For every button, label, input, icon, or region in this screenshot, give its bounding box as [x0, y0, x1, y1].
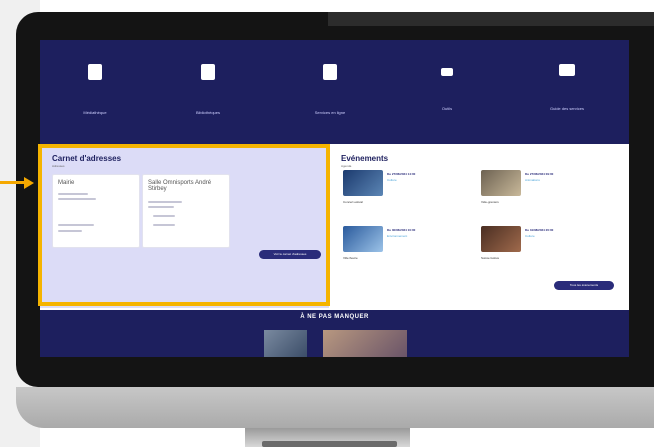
- event-image: [343, 226, 383, 252]
- nav-item-outils[interactable]: Outils: [397, 64, 497, 111]
- tools-icon: [441, 68, 453, 76]
- nav-label: Outils: [441, 106, 453, 111]
- event-date: Du 30/06/2024 10:00: [387, 228, 416, 232]
- nav-item-services-en-ligne[interactable]: Services en ligne: [280, 64, 380, 115]
- arrow-line: [0, 181, 25, 184]
- events-title: Evénements: [341, 154, 389, 163]
- open-book-icon: [559, 64, 575, 76]
- dont-miss-title: À NE PAS MANQUER: [300, 314, 369, 320]
- event-title: Concert estival: [343, 200, 363, 204]
- bag-icon: [323, 64, 337, 80]
- book-icon: [88, 64, 102, 80]
- event-image: [343, 170, 383, 196]
- dont-miss-image-2[interactable]: [323, 330, 407, 357]
- event-title: Vide-greniers: [481, 200, 499, 204]
- arrow-right-icon: [24, 177, 34, 189]
- events-panel: Evénements Agenda Du 27/06/2024 14:00 Cu…: [329, 144, 629, 310]
- event-card[interactable]: Du 31/08/2024 20:00 Culture Soirée festi…: [481, 226, 601, 266]
- event-title: Ville fleurie: [343, 256, 358, 260]
- event-date: Du 27/06/2024 09:00: [525, 172, 554, 176]
- event-date: Du 31/08/2024 20:00: [525, 228, 554, 232]
- dont-miss-section: À NE PAS MANQUER: [40, 310, 629, 357]
- nav-label: Guide des services: [549, 106, 584, 111]
- dont-miss-image-1[interactable]: [264, 330, 307, 357]
- event-card[interactable]: Du 30/06/2024 10:00 Environnement Ville …: [343, 226, 463, 266]
- monitor-chin: [16, 387, 654, 428]
- nav-label: Services en ligne: [314, 110, 346, 115]
- nav-item-guide[interactable]: Guide des services: [517, 64, 617, 111]
- event-tag: Environnement: [387, 234, 408, 238]
- medical-kit-icon: [201, 64, 215, 80]
- nav-item-mediatheque[interactable]: Médiathèque: [45, 64, 145, 115]
- event-tag: Animations: [525, 178, 540, 182]
- event-card[interactable]: Du 27/06/2024 09:00 Animations Vide-gren…: [481, 170, 601, 210]
- nav-item-bibliotheques[interactable]: Bibliothèques: [158, 64, 258, 115]
- event-date: Du 27/06/2024 14:00: [387, 172, 416, 176]
- monitor-stand-foot: [262, 441, 397, 447]
- monitor-bezel-top: [328, 12, 654, 26]
- top-navigation: Médiathèque Bibliothèques Services en li…: [40, 40, 629, 144]
- event-image: [481, 226, 521, 252]
- event-image: [481, 170, 521, 196]
- nav-label: Médiathèque: [83, 110, 107, 115]
- event-title: Soirée festive: [481, 256, 500, 260]
- event-tag: Culture: [387, 178, 397, 182]
- events-subtitle: Agenda: [341, 164, 352, 168]
- nav-label: Bibliothèques: [195, 110, 221, 115]
- event-tag: Culture: [525, 234, 535, 238]
- event-card[interactable]: Du 27/06/2024 14:00 Culture Concert esti…: [343, 170, 463, 210]
- highlight-frame: [38, 144, 330, 306]
- all-events-button[interactable]: Tous les événements: [554, 281, 614, 290]
